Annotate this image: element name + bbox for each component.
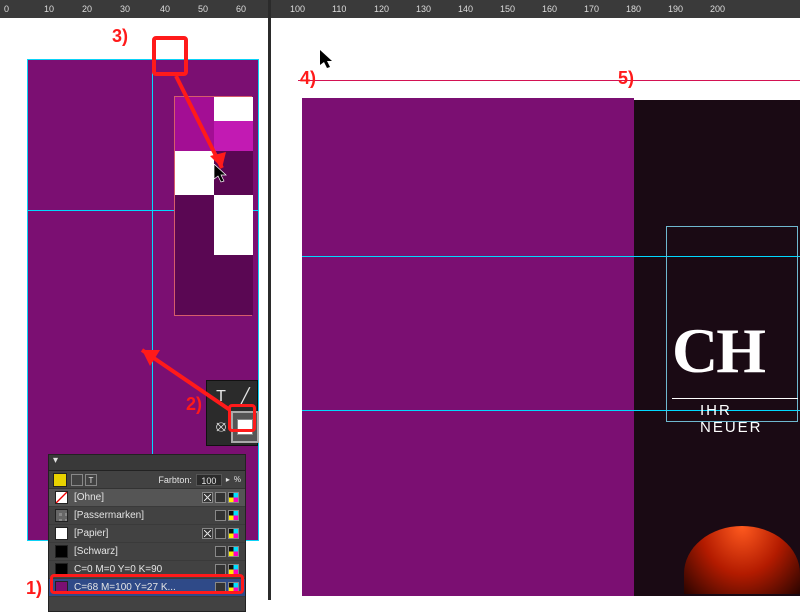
ruler-label: 190 xyxy=(668,4,683,14)
swatch-indicators xyxy=(202,492,239,503)
swatch-chip-icon xyxy=(55,509,68,522)
swatch-item-paper[interactable]: [Papier] xyxy=(49,525,245,543)
ruler-label: 50 xyxy=(198,4,208,14)
indicator-icon xyxy=(228,582,239,593)
thumb-cell xyxy=(214,195,253,255)
swatch-item-reg[interactable]: [Passermarken] xyxy=(49,507,245,525)
type-tool-icon[interactable]: T xyxy=(209,383,233,411)
swatches-tint-row: T Farbton: 100 ▸ % xyxy=(49,471,245,489)
thumb-cell xyxy=(214,151,253,195)
swatch-item-magsw[interactable]: C=68 M=100 Y=27 K... xyxy=(49,579,245,597)
thumb-cell xyxy=(214,97,253,121)
swatch-item-black[interactable]: [Schwarz] xyxy=(49,543,245,561)
ruler-label: 150 xyxy=(500,4,515,14)
window-divider[interactable] xyxy=(268,0,271,600)
swatch-item-none[interactable]: [Ohne] xyxy=(49,489,245,507)
right-page-shape[interactable] xyxy=(302,98,634,596)
swatch-chip-icon xyxy=(55,581,68,594)
tint-percent-icon: % xyxy=(234,475,241,484)
ruler-label: 110 xyxy=(332,4,346,14)
headline-rule xyxy=(672,398,798,399)
indicator-icon xyxy=(215,546,226,557)
swatch-indicators xyxy=(215,564,239,575)
swatch-chip-icon xyxy=(55,491,68,504)
indicator-icon xyxy=(228,546,239,557)
swatch-indicators xyxy=(215,546,239,557)
ruler-label: 200 xyxy=(710,4,725,14)
ruler-label: 120 xyxy=(374,4,389,14)
tab-icon[interactable]: ▾ xyxy=(53,455,67,469)
swatches-panel[interactable]: ▾ T Farbton: 100 ▸ % [Ohne] [Passermarken… xyxy=(48,454,246,612)
line-tool-icon[interactable]: ╱ xyxy=(233,383,257,411)
swatches-list[interactable]: [Ohne] [Passermarken] [Papier] [Schwarz] C=0… xyxy=(49,489,245,597)
text-format-icon[interactable]: T xyxy=(85,474,97,486)
thumb-cell xyxy=(214,121,253,151)
page-thumbnail-strip[interactable] xyxy=(174,96,252,316)
indicator-icon xyxy=(215,492,226,503)
headline-text: CH xyxy=(672,314,764,388)
subline-text: IHR NEUER xyxy=(700,402,800,436)
swatches-panel-tabs[interactable]: ▾ xyxy=(49,455,245,471)
page-bleed-line xyxy=(298,80,634,81)
indicator-icon xyxy=(228,564,239,575)
swatch-label: [Papier] xyxy=(74,528,108,539)
tint-label: Farbton: xyxy=(158,475,192,485)
ruler-label: 20 xyxy=(82,4,92,14)
swatch-label: [Schwarz] xyxy=(74,546,118,557)
indicator-icon xyxy=(202,492,213,503)
swatch-label: C=0 M=0 Y=0 K=90 xyxy=(74,564,162,575)
document-canvas[interactable]: CH IHR NEUER T ╱ ⦻ ▾ T Farbton: 100 ▸ % … xyxy=(0,18,800,600)
indicator-icon xyxy=(215,510,226,521)
ruler-label: 0 xyxy=(4,4,9,14)
default-fill-stroke-icon[interactable] xyxy=(233,413,257,441)
swatch-chip-icon xyxy=(55,545,68,558)
thumb-cell xyxy=(175,151,214,195)
swatch-item-k90[interactable]: C=0 M=0 Y=0 K=90 xyxy=(49,561,245,579)
swatch-indicators xyxy=(215,510,239,521)
ruler-label: 40 xyxy=(160,4,170,14)
indicator-icon xyxy=(228,510,239,521)
indicator-icon xyxy=(228,492,239,503)
ruler-label: 180 xyxy=(626,4,641,14)
swatch-indicators xyxy=(215,582,239,593)
indicator-icon xyxy=(215,582,226,593)
indicator-icon xyxy=(202,528,213,539)
swatch-chip-icon xyxy=(55,563,68,576)
thumb-cell xyxy=(175,195,214,255)
fill-indicator-icon[interactable] xyxy=(53,473,67,487)
ruler-label: 160 xyxy=(542,4,557,14)
indicator-icon xyxy=(228,528,239,539)
indicator-icon xyxy=(215,528,226,539)
tint-value-input[interactable]: 100 xyxy=(196,474,222,486)
ruler-label: 60 xyxy=(236,4,246,14)
horizontal-ruler[interactable]: 0 10 20 30 40 50 60 100 110 120 130 140 150 160 170 180… xyxy=(0,0,800,18)
swap-fill-stroke-icon[interactable]: ⦻ xyxy=(209,413,233,441)
swatch-label: C=68 M=100 Y=27 K... xyxy=(74,582,176,593)
thumb-cell xyxy=(175,97,214,151)
swatch-label: [Ohne] xyxy=(74,492,104,503)
tint-stepper-icon[interactable]: ▸ xyxy=(226,475,230,484)
swatch-label: [Passermarken] xyxy=(74,510,144,521)
ruler-label: 100 xyxy=(290,4,305,14)
ruler-label: 10 xyxy=(44,4,54,14)
indicator-icon xyxy=(215,564,226,575)
format-tools-palette[interactable]: T ╱ ⦻ xyxy=(206,380,258,446)
swatch-chip-icon xyxy=(55,527,68,540)
thumb-cell xyxy=(175,255,253,315)
ruler-label: 170 xyxy=(584,4,599,14)
swatch-indicators xyxy=(202,528,239,539)
ruler-label: 130 xyxy=(416,4,431,14)
container-format-icon[interactable] xyxy=(71,474,83,486)
page-bleed-line xyxy=(634,80,800,81)
ruler-label: 140 xyxy=(458,4,473,14)
ruler-label: 30 xyxy=(120,4,130,14)
